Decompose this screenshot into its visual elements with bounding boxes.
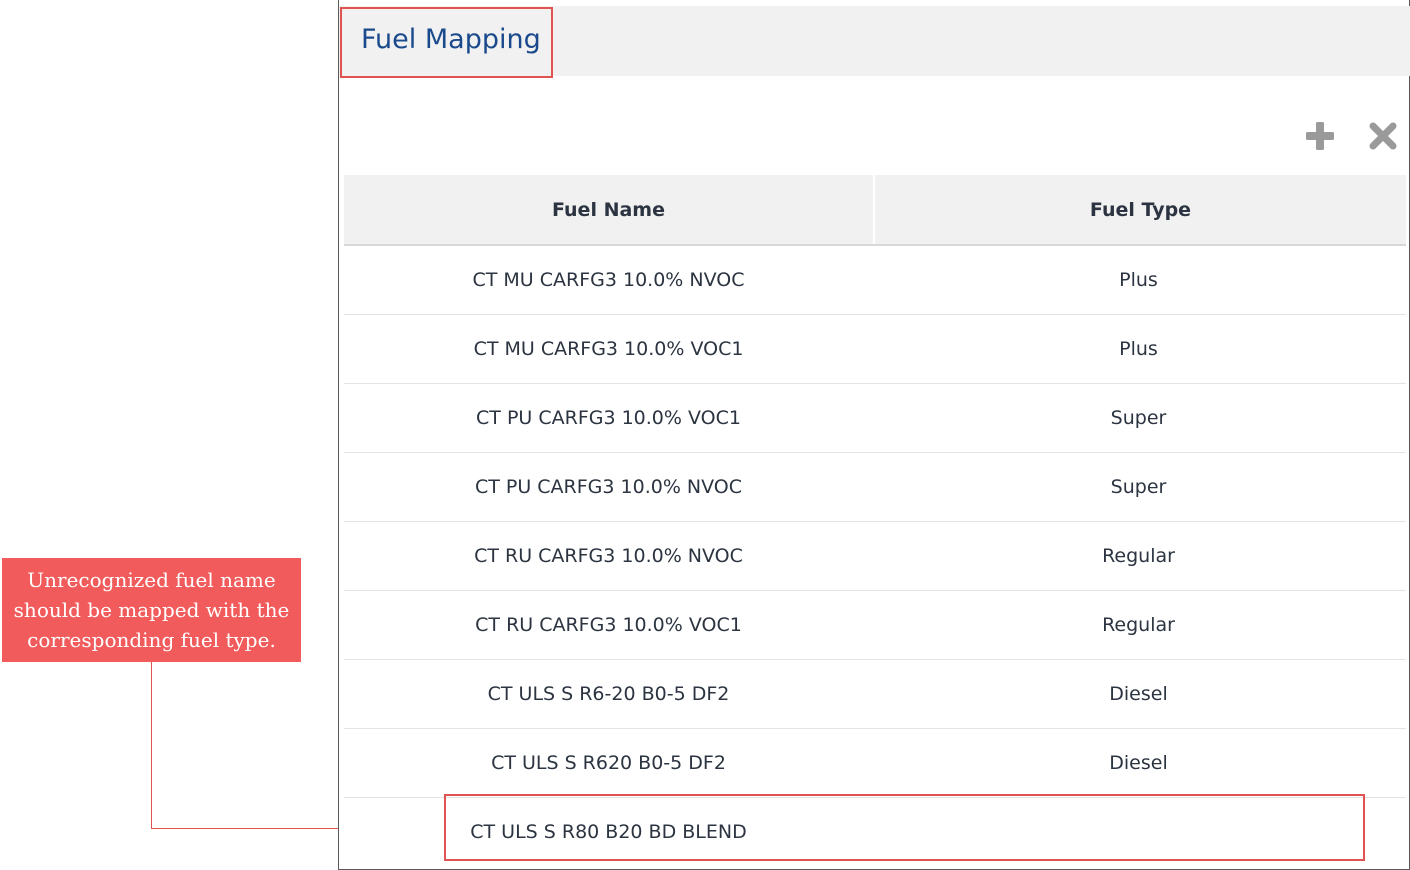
fuel-name-cell: CT RU CARFG3 10.0% VOC1 [475, 614, 742, 636]
fuel-name-cell: CT ULS S R620 B0-5 DF2 [491, 752, 726, 774]
table-header: Fuel Name Fuel Type [344, 175, 1406, 246]
callout-connector-horizontal [151, 828, 339, 829]
plus-icon [1306, 122, 1334, 150]
table-row[interactable]: CT MU CARFG3 10.0% VOC1 Plus [344, 315, 1406, 384]
annotation-callout: Unrecognized fuel name should be mapped … [2, 558, 301, 662]
fuel-type-cell[interactable]: Diesel [873, 729, 1404, 797]
close-icon [1369, 122, 1397, 150]
fuel-type-cell[interactable]: Regular [873, 591, 1404, 659]
table-row[interactable]: CT PU CARFG3 10.0% VOC1 Super [344, 384, 1406, 453]
fuel-type-cell[interactable]: Regular [873, 522, 1404, 590]
table-row[interactable]: CT RU CARFG3 10.0% VOC1 Regular [344, 591, 1406, 660]
fuel-type-cell[interactable]: Diesel [873, 660, 1404, 728]
fuel-name-cell: CT ULS S R6-20 B0-5 DF2 [487, 683, 730, 705]
callout-line-3: corresponding fuel type. [27, 628, 276, 652]
fuel-type-cell[interactable]: Super [873, 384, 1404, 452]
table-row[interactable]: CT MU CARFG3 10.0% NVOC Plus [344, 246, 1406, 315]
remove-mapping-button[interactable] [1365, 118, 1401, 154]
fuel-type-cell[interactable]: Plus [873, 246, 1404, 314]
table-row[interactable]: CT ULS S R6-20 B0-5 DF2 Diesel [344, 660, 1406, 729]
fuel-type-cell[interactable]: Plus [873, 315, 1404, 383]
unmapped-row-highlight-box [444, 794, 1365, 861]
callout-connector-vertical [151, 662, 152, 829]
table-row[interactable]: CT ULS S R620 B0-5 DF2 Diesel [344, 729, 1406, 798]
page-title: Fuel Mapping [361, 24, 541, 55]
fuel-mapping-panel: Fuel Mapping Fuel Name Fuel Type CT MU C… [338, 0, 1410, 870]
fuel-name-cell: CT PU CARFG3 10.0% VOC1 [476, 407, 741, 429]
fuel-mapping-table: Fuel Name Fuel Type CT MU CARFG3 10.0% N… [344, 175, 1406, 866]
fuel-name-cell: CT PU CARFG3 10.0% NVOC [474, 476, 743, 498]
callout-line-1: Unrecognized fuel name [27, 568, 276, 592]
column-header-fuel-type[interactable]: Fuel Type [875, 175, 1406, 244]
fuel-type-cell[interactable]: Super [873, 453, 1404, 521]
fuel-name-cell: CT RU CARFG3 10.0% NVOC [474, 545, 743, 567]
fuel-name-cell: CT MU CARFG3 10.0% VOC1 [473, 338, 744, 360]
table-row[interactable]: CT PU CARFG3 10.0% NVOC Super [344, 453, 1406, 522]
callout-line-2: should be mapped with the [13, 598, 290, 622]
table-row[interactable]: CT RU CARFG3 10.0% NVOC Regular [344, 522, 1406, 591]
add-mapping-button[interactable] [1302, 118, 1338, 154]
fuel-name-cell: CT MU CARFG3 10.0% NVOC [472, 269, 745, 291]
column-header-fuel-name[interactable]: Fuel Name [344, 175, 875, 244]
